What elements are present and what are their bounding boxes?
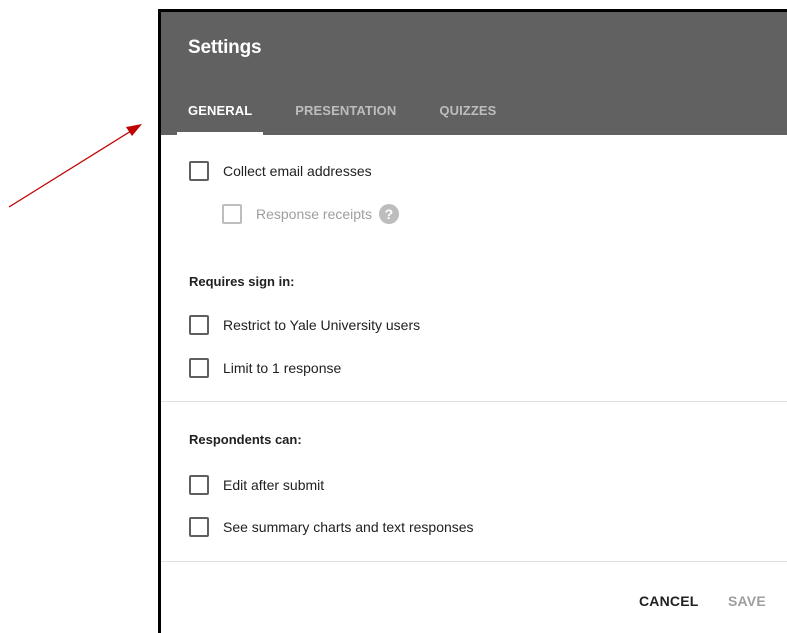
cancel-button[interactable]: CANCEL	[639, 593, 699, 609]
see-summary-checkbox[interactable]	[189, 517, 209, 537]
dialog-header: Settings GENERAL PRESENTATION QUIZZES	[161, 12, 787, 135]
restrict-users-label: Restrict to Yale University users	[223, 317, 421, 333]
limit-response-option[interactable]: Limit to 1 response	[189, 358, 341, 378]
collect-email-label: Collect email addresses	[223, 163, 372, 179]
tab-quizzes[interactable]: QUIZZES	[428, 100, 507, 135]
see-summary-option[interactable]: See summary charts and text responses	[189, 517, 474, 537]
response-receipts-label: Response receipts	[256, 206, 372, 222]
edit-after-submit-option[interactable]: Edit after submit	[189, 475, 324, 495]
restrict-users-checkbox[interactable]	[189, 315, 209, 335]
dialog-title: Settings	[188, 37, 262, 58]
response-receipts-checkbox	[222, 204, 242, 224]
tab-general[interactable]: GENERAL	[177, 100, 264, 135]
save-button[interactable]: SAVE	[728, 593, 766, 609]
respondents-can-heading: Respondents can:	[189, 432, 302, 447]
tab-presentation[interactable]: PRESENTATION	[284, 100, 407, 135]
section-divider	[161, 401, 787, 402]
footer-divider	[161, 561, 787, 562]
settings-dialog: Settings GENERAL PRESENTATION QUIZZES Co…	[158, 9, 787, 633]
help-icon[interactable]: ?	[378, 204, 399, 224]
limit-response-label: Limit to 1 response	[223, 360, 342, 376]
collect-email-checkbox[interactable]	[189, 161, 209, 181]
tab-bar: GENERAL PRESENTATION QUIZZES	[177, 100, 528, 135]
collect-email-option[interactable]: Collect email addresses	[189, 161, 372, 181]
response-receipts-option: Response receipts ?	[222, 204, 399, 224]
see-summary-label: See summary charts and text responses	[223, 519, 474, 535]
restrict-users-option[interactable]: Restrict to Yale University users	[189, 315, 420, 335]
edit-after-submit-label: Edit after submit	[223, 477, 325, 493]
requires-sign-in-heading: Requires sign in:	[189, 274, 295, 289]
edit-after-submit-checkbox[interactable]	[189, 475, 209, 495]
limit-response-checkbox[interactable]	[189, 358, 209, 378]
